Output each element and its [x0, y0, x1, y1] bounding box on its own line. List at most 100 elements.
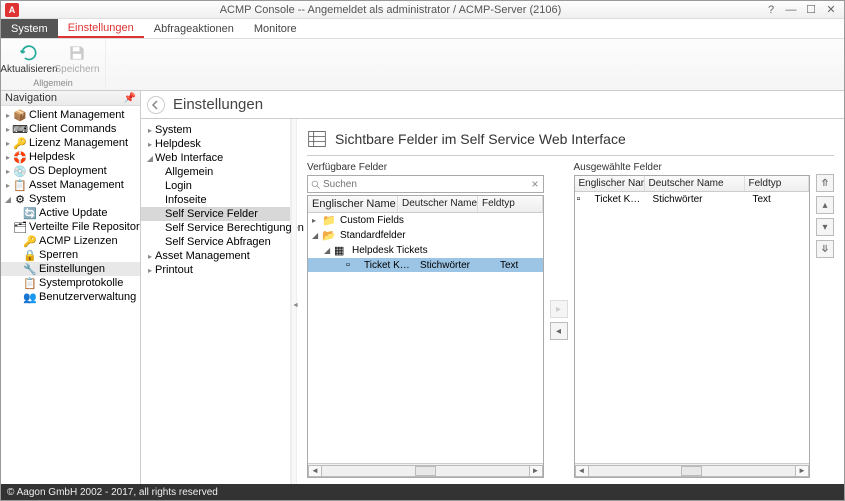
item-icon: 🔑 — [23, 235, 37, 247]
collapse-icon[interactable]: ◢ — [312, 231, 322, 240]
col-en[interactable]: Englischer Name — [575, 176, 645, 191]
nav-item[interactable]: ▸📋Asset Management — [1, 178, 140, 192]
col-en[interactable]: Englischer Name ▲ — [308, 196, 398, 212]
available-grid-body[interactable]: ▸ 📁 Custom Fields ◢ 📂 Standardfelder — [308, 213, 543, 463]
move-right-button[interactable]: ▸ — [550, 300, 568, 318]
available-grid: Englischer Name ▲ Deutscher Name Feldtyp… — [307, 195, 544, 478]
nav-subitem[interactable]: 📋Systemprotokolle — [1, 276, 140, 290]
scroll-left-icon[interactable]: ◄ — [308, 465, 322, 477]
nav-subitem[interactable]: 🔄Active Update — [1, 206, 140, 220]
nav-subitem[interactable]: 🔧Einstellungen — [1, 262, 140, 276]
scroll-right-icon[interactable]: ► — [529, 465, 543, 477]
chevron-icon[interactable]: ▸ — [145, 266, 155, 275]
settings-item[interactable]: ◢Web Interface — [141, 151, 290, 165]
maximize-button[interactable]: ☐ — [802, 3, 820, 17]
module-icon: 💿 — [13, 165, 27, 177]
tab-monitore[interactable]: Monitore — [244, 19, 307, 38]
move-bottom-button[interactable]: ⤋ — [816, 240, 834, 258]
tree-row-standardfelder[interactable]: ◢ 📂 Standardfelder — [308, 228, 543, 243]
settings-item[interactable]: ▸Helpdesk — [141, 137, 290, 151]
chevron-icon[interactable]: ▸ — [3, 111, 13, 120]
help-button[interactable]: ? — [762, 3, 780, 17]
nav-item[interactable]: ▸⌨Client Commands — [1, 122, 140, 136]
order-buttons: ⤊ ▴ ▾ ⤋ — [816, 162, 834, 478]
selected-grid-body[interactable]: ▫Ticket Keyw...StichwörterText — [575, 192, 810, 463]
chevron-icon[interactable]: ▸ — [3, 153, 13, 162]
nav-item[interactable]: ◢⚙System — [1, 192, 140, 206]
settings-subitem[interactable]: Login — [141, 179, 290, 193]
scroll-track[interactable] — [589, 465, 796, 477]
settings-subitem[interactable]: Self Service Abfragen — [141, 235, 290, 249]
settings-header: Einstellungen — [141, 91, 844, 119]
chevron-icon[interactable]: ▸ — [145, 140, 155, 149]
search-box[interactable]: × — [307, 175, 544, 193]
chevron-icon[interactable]: ◢ — [145, 154, 155, 163]
nav-subitem[interactable]: 🗂Verteilte File Repositories — [1, 220, 140, 234]
settings-subitem[interactable]: Allgemein — [141, 165, 290, 179]
chevron-icon[interactable]: ▸ — [145, 252, 155, 261]
save-button[interactable]: Speichern — [55, 41, 99, 78]
tree-row-custom-fields[interactable]: ▸ 📁 Custom Fields — [308, 213, 543, 228]
refresh-button[interactable]: Aktualisieren — [7, 41, 51, 78]
clear-search-icon[interactable]: × — [529, 177, 540, 191]
settings-item[interactable]: ▸System — [141, 123, 290, 137]
settings-subitem[interactable]: Self Service Berechtigungen — [141, 221, 290, 235]
chevron-icon[interactable]: ▸ — [3, 139, 13, 148]
nav-item[interactable]: ▸💿OS Deployment — [1, 164, 140, 178]
scroll-thumb[interactable] — [681, 466, 702, 476]
save-icon — [67, 43, 87, 63]
col-type[interactable]: Feldtyp — [478, 196, 543, 212]
scroll-thumb[interactable] — [415, 466, 436, 476]
col-de[interactable]: Deutscher Name — [645, 176, 745, 191]
minimize-button[interactable]: — — [782, 3, 800, 17]
expand-icon[interactable]: ▸ — [312, 216, 322, 225]
tree-row-ticket-keywords[interactable]: ▫ Ticket Key... Stichwörter Text — [308, 258, 543, 272]
navigation-tree[interactable]: ▸📦Client Management▸⌨Client Commands▸🔑Li… — [1, 106, 140, 484]
nav-item[interactable]: ▸🔑Lizenz Management — [1, 136, 140, 150]
scroll-left-icon[interactable]: ◄ — [575, 465, 589, 477]
chevron-icon[interactable]: ◢ — [3, 195, 13, 204]
available-hscroll[interactable]: ◄ ► — [308, 463, 543, 477]
chevron-icon[interactable]: ▸ — [3, 181, 13, 190]
tab-abfrageaktionen[interactable]: Abfrageaktionen — [144, 19, 244, 38]
scroll-track[interactable] — [322, 465, 529, 477]
selected-hscroll[interactable]: ◄ ► — [575, 463, 810, 477]
settings-label: Infoseite — [165, 194, 207, 206]
module-icon: 🛟 — [13, 151, 27, 163]
chevron-icon[interactable]: ▸ — [3, 167, 13, 176]
pane-heading: Sichtbare Felder im Self Service Web Int… — [335, 131, 626, 147]
pin-icon[interactable]: 📌 — [124, 93, 136, 104]
splitter[interactable] — [291, 119, 297, 484]
back-button[interactable] — [147, 96, 165, 114]
nav-subitem[interactable]: 🔒Sperren — [1, 248, 140, 262]
close-button[interactable]: ✕ — [822, 3, 840, 17]
col-de[interactable]: Deutscher Name — [398, 196, 478, 212]
available-label: Verfügbare Felder — [307, 162, 544, 173]
selected-row[interactable]: ▫Ticket Keyw...StichwörterText — [575, 192, 810, 206]
tab-einstellungen[interactable]: Einstellungen — [58, 19, 144, 38]
settings-subitem[interactable]: Self Service Felder — [141, 207, 290, 221]
chevron-icon[interactable]: ▸ — [145, 126, 155, 135]
settings-subitem[interactable]: Infoseite — [141, 193, 290, 207]
nav-subitem[interactable]: 👥Benutzerverwaltung — [1, 290, 140, 304]
tree-row-helpdesk-tickets[interactable]: ◢ ▦ Helpdesk Tickets — [308, 243, 543, 258]
item-icon: 🗂 — [13, 221, 27, 233]
nav-item[interactable]: ▸🛟Helpdesk — [1, 150, 140, 164]
move-left-button[interactable]: ◂ — [550, 322, 568, 340]
nav-subitem[interactable]: 🔑ACMP Lizenzen — [1, 234, 140, 248]
search-input[interactable] — [321, 179, 529, 190]
scroll-right-icon[interactable]: ► — [795, 465, 809, 477]
move-up-button[interactable]: ▴ — [816, 196, 834, 214]
settings-tree[interactable]: ▸System▸Helpdesk◢Web InterfaceAllgemeinL… — [141, 119, 291, 484]
module-icon: 📦 — [13, 109, 27, 121]
move-down-button[interactable]: ▾ — [816, 218, 834, 236]
nav-item[interactable]: ▸📦Client Management — [1, 108, 140, 122]
settings-item[interactable]: ▸Asset Management — [141, 249, 290, 263]
tab-system[interactable]: System — [1, 19, 58, 38]
settings-item[interactable]: ▸Printout — [141, 263, 290, 277]
collapse-icon[interactable]: ◢ — [324, 246, 334, 255]
move-top-button[interactable]: ⤊ — [816, 174, 834, 192]
col-type[interactable]: Feldtyp — [745, 176, 810, 191]
module-icon: ⌨ — [13, 123, 27, 135]
settings-label: System — [155, 124, 192, 136]
